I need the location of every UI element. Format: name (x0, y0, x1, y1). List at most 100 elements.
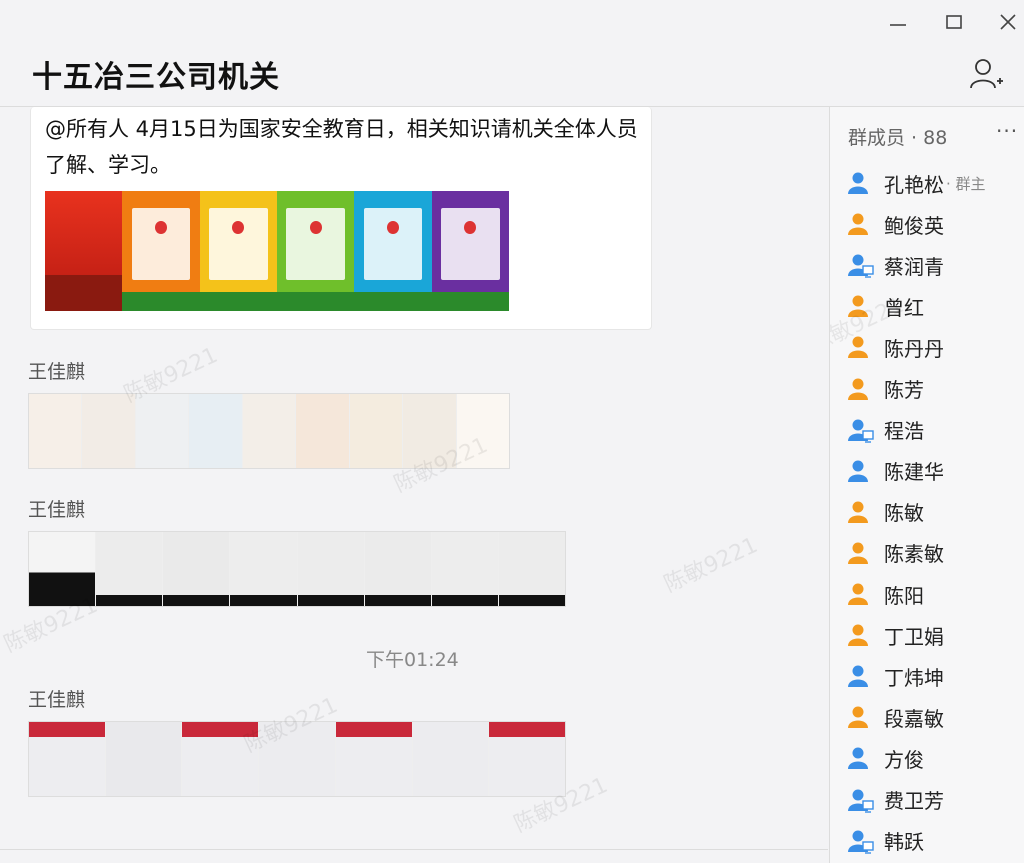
image-panel (296, 394, 350, 468)
member-item[interactable]: 方俊 (846, 738, 1016, 778)
image-panel (82, 394, 136, 468)
member-name: 段嘉敏 (884, 706, 944, 731)
user-avatar-icon (848, 542, 868, 564)
member-name: 费卫芳 (884, 789, 944, 813)
member-name: 曾红 (884, 295, 924, 320)
chat-title: 十五冶三公司机关 (32, 60, 280, 95)
member-item[interactable]: 丁炜坤 (846, 656, 1016, 696)
member-panel[interactable]: 群成员 · 88 ··· 孔艳松 · 群主鲍俊英蔡润青曾红陈丹丹陈芳程浩陈建华陈敏… (829, 107, 1024, 863)
user-avatar-icon (848, 706, 868, 729)
member-item[interactable]: 陈芳 (846, 369, 1016, 409)
image-panel (297, 532, 365, 606)
image-panel (163, 532, 231, 606)
member-name: 陈阳 (884, 583, 924, 608)
image-panel (349, 394, 404, 468)
image-panel (189, 394, 243, 468)
user-avatar-icon (848, 172, 868, 194)
image-panel (403, 394, 457, 468)
member-name: 程浩 (884, 419, 924, 444)
member-item[interactable]: 鲍俊英 (846, 204, 1016, 244)
member-item[interactable]: 陈丹丹 (846, 327, 1016, 367)
image-panel (182, 722, 260, 796)
user-avatar-icon (848, 419, 874, 443)
minimize-icon (890, 24, 906, 26)
message-image[interactable] (28, 721, 566, 797)
maximize-button[interactable] (940, 8, 968, 36)
user-avatar-icon (848, 295, 868, 318)
image-panel (135, 394, 190, 468)
poster-image (45, 191, 123, 311)
maximize-icon (946, 15, 962, 29)
user-avatar-icon (848, 254, 874, 278)
member-name: 陈芳 (884, 378, 924, 402)
member-item[interactable]: 陈敏 (846, 492, 1016, 532)
message-timestamp: 下午01:24 (366, 649, 459, 671)
message-image[interactable] (28, 393, 510, 469)
image-panel (29, 394, 83, 468)
member-item[interactable]: 韩跃 (846, 821, 1016, 861)
message-image[interactable] (28, 531, 566, 607)
member-item[interactable]: 陈建华 (846, 451, 1016, 491)
member-name: 蔡润青 (884, 254, 944, 279)
member-name: 方俊 (884, 747, 924, 772)
member-name: 丁炜坤 (884, 665, 944, 690)
minimize-button[interactable] (884, 8, 912, 36)
image-panel (29, 722, 106, 796)
close-icon (1000, 14, 1016, 30)
poster-image (431, 191, 509, 311)
member-name: 丁卫娟 (884, 624, 944, 649)
member-item[interactable]: 段嘉敏 (846, 697, 1016, 737)
member-item[interactable]: 陈素敏 (846, 533, 1016, 573)
message-bubble[interactable]: @所有人 4月15日为国家安全教育日，相关知识请机关全体人员了解、学习。 (30, 107, 652, 330)
message-image-posters[interactable] (45, 191, 509, 311)
user-avatar-icon (848, 336, 868, 359)
image-panel (230, 532, 298, 606)
sender-name[interactable]: 王佳麒 (28, 495, 85, 522)
user-avatar-icon (848, 789, 874, 813)
user-avatar-icon (848, 501, 868, 523)
image-panel (489, 722, 565, 796)
image-panel (431, 532, 499, 606)
image-panel (96, 532, 164, 606)
close-button[interactable] (994, 8, 1022, 36)
member-item[interactable]: 曾红 (846, 286, 1016, 326)
member-item[interactable]: 程浩 (846, 410, 1016, 450)
member-item[interactable]: 费卫芳 (846, 780, 1016, 820)
member-item[interactable]: 孔艳松 · 群主 (846, 163, 1016, 203)
member-name: 鲍俊英 (884, 213, 944, 238)
member-count: 群成员 · 88 (848, 127, 948, 149)
sender-name[interactable]: 王佳麒 (28, 685, 85, 712)
sender-name[interactable]: 王佳麒 (28, 357, 85, 384)
member-name: 孔艳松 (884, 172, 944, 197)
user-avatar-icon (848, 213, 868, 236)
image-panel (259, 722, 336, 796)
image-panel (29, 532, 97, 606)
member-name: 韩跃 (884, 830, 924, 855)
member-item[interactable]: 丁卫娟 (846, 615, 1016, 655)
divider (0, 849, 828, 850)
poster-image (122, 191, 200, 311)
poster-image (199, 191, 277, 311)
image-panel (242, 394, 297, 468)
image-panel (456, 394, 509, 468)
member-name: 陈建华 (884, 460, 944, 485)
poster-image (276, 191, 355, 311)
member-name: 陈丹丹 (884, 336, 944, 361)
add-user-icon (970, 59, 1003, 89)
user-avatar-icon (848, 583, 868, 605)
user-avatar-icon (848, 378, 868, 400)
add-member-button[interactable] (968, 56, 1004, 92)
message-text: @所有人 4月15日为国家安全教育日，相关知识请机关全体人员了解、学习。 (45, 117, 638, 177)
member-item[interactable]: 陈阳 (846, 574, 1016, 614)
more-options-button[interactable]: ··· (996, 119, 1018, 143)
user-avatar-icon (848, 624, 868, 647)
member-item[interactable]: 蔡润青 (846, 245, 1016, 285)
user-avatar-icon (848, 747, 868, 770)
watermark: 陈敏9221 (660, 532, 762, 598)
user-avatar-icon (848, 460, 868, 482)
member-name: 陈素敏 (884, 542, 944, 567)
member-name: 陈敏 (884, 501, 924, 526)
image-panel (412, 722, 490, 796)
chat-messages-area[interactable]: @所有人 4月15日为国家安全教育日，相关知识请机关全体人员了解、学习。 王佳麒… (0, 107, 828, 863)
member-role: · 群主 (946, 174, 986, 193)
